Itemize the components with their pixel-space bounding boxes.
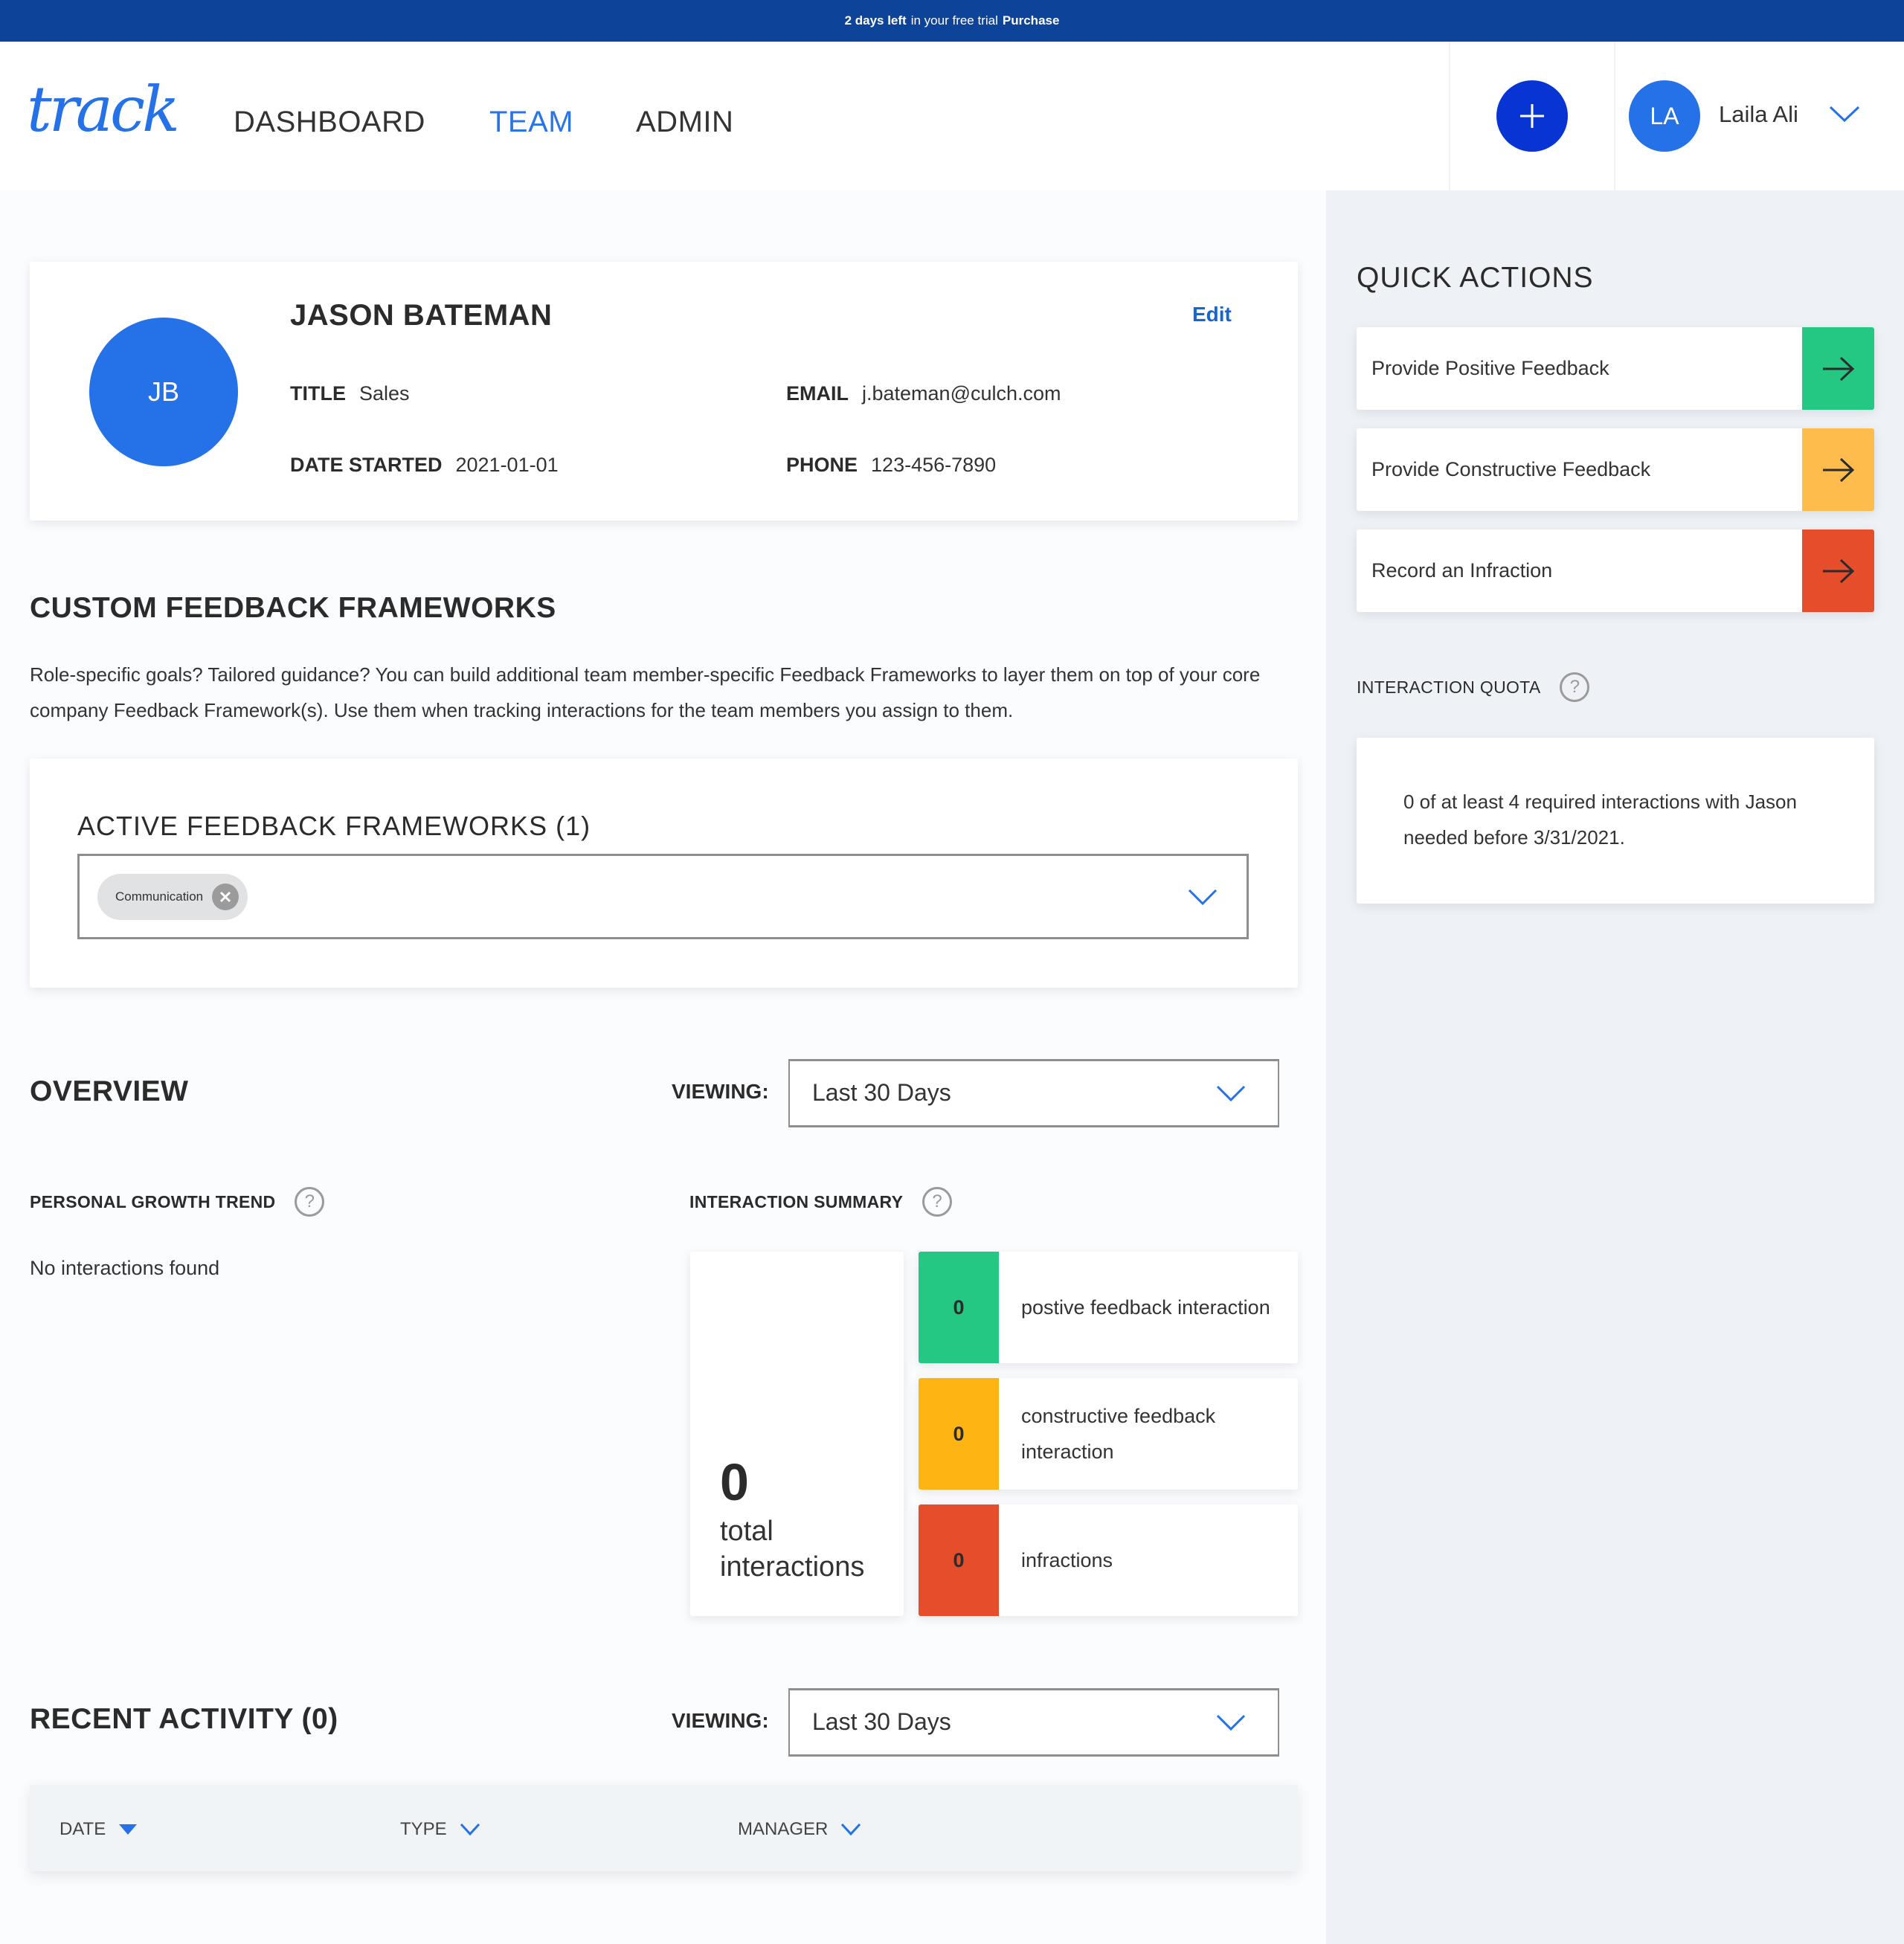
total-interactions-card: 0 total interactions bbox=[690, 1252, 904, 1616]
interaction-quota-heading: INTERACTION QUOTA ? bbox=[1357, 672, 1590, 702]
frameworks-multiselect[interactable]: Communication bbox=[77, 854, 1249, 939]
recent-viewing-label: VIEWING: bbox=[672, 1709, 769, 1732]
add-interaction-button[interactable] bbox=[1496, 80, 1568, 152]
infractions-count: 0 bbox=[919, 1504, 999, 1616]
chevron-down-icon[interactable] bbox=[1187, 887, 1218, 910]
total-interactions-label: total interactions bbox=[720, 1516, 865, 1583]
profile-date-started-field: DATE STARTED 2021-01-01 bbox=[290, 454, 559, 477]
chevron-down-icon bbox=[1215, 1084, 1247, 1107]
overview-period-value: Last 30 Days bbox=[812, 1079, 951, 1106]
chevron-down-icon bbox=[841, 1823, 861, 1836]
constructive-feedback-label: Provide Constructive Feedback bbox=[1371, 458, 1651, 480]
profile-name: JASON BATEMAN bbox=[290, 299, 553, 332]
trial-banner-text: in your free trial bbox=[910, 13, 998, 28]
trial-days-left: 2 days left bbox=[844, 13, 907, 28]
title-value: Sales bbox=[359, 382, 410, 405]
column-type[interactable]: TYPE bbox=[400, 1819, 481, 1840]
summary-row-infractions: 0 infractions bbox=[919, 1504, 1298, 1616]
provide-constructive-feedback-button[interactable]: Provide Constructive Feedback bbox=[1357, 428, 1874, 511]
provide-positive-feedback-button[interactable]: Provide Positive Feedback bbox=[1357, 327, 1874, 410]
nav-admin[interactable]: ADMIN bbox=[636, 106, 733, 139]
positive-count: 0 bbox=[919, 1252, 999, 1363]
growth-trend-title: PERSONAL GROWTH TREND bbox=[30, 1191, 276, 1211]
purchase-link[interactable]: Purchase bbox=[1003, 13, 1060, 28]
column-manager[interactable]: MANAGER bbox=[738, 1819, 862, 1840]
close-icon[interactable] bbox=[212, 884, 239, 910]
summary-row-positive: 0 postive feedback interaction bbox=[919, 1252, 1298, 1363]
framework-tag: Communication bbox=[97, 874, 248, 920]
help-icon[interactable]: ? bbox=[922, 1187, 953, 1217]
growth-trend-empty: No interactions found bbox=[30, 1257, 220, 1279]
header-divider bbox=[1614, 42, 1615, 190]
arrow-right-icon bbox=[1802, 530, 1874, 612]
activity-table-header: DATE TYPE MANAGER bbox=[30, 1785, 1298, 1871]
profile-card: JB JASON BATEMAN Edit TITLE Sales EMAIL j.… bbox=[30, 262, 1298, 521]
nav-team[interactable]: TEAM bbox=[489, 106, 573, 139]
custom-frameworks-title: CUSTOM FEEDBACK FRAMEWORKS bbox=[30, 592, 556, 624]
constructive-label: constructive feedback interaction bbox=[1021, 1405, 1216, 1463]
column-date-label: DATE bbox=[60, 1819, 106, 1839]
trial-banner: 2 days left in your free trial Purchase bbox=[0, 0, 1904, 42]
custom-frameworks-description: Role-specific goals? Tailored guidance? … bbox=[30, 663, 1261, 721]
recent-period-select[interactable]: Last 30 Days bbox=[788, 1688, 1279, 1757]
title-label: TITLE bbox=[290, 382, 346, 405]
interaction-quota-title: INTERACTION QUOTA bbox=[1357, 677, 1541, 697]
record-infraction-label: Record an Infraction bbox=[1371, 559, 1553, 582]
summary-row-constructive: 0 constructive feedback interaction bbox=[919, 1378, 1298, 1490]
interaction-summary-title: INTERACTION SUMMARY bbox=[689, 1191, 904, 1211]
date-started-value: 2021-01-01 bbox=[455, 454, 559, 476]
overview-viewing-label: VIEWING: bbox=[672, 1080, 769, 1103]
user-avatar[interactable]: LA bbox=[1629, 80, 1700, 152]
positive-label: postive feedback interaction bbox=[1021, 1296, 1270, 1319]
date-started-label: DATE STARTED bbox=[290, 454, 443, 476]
total-interactions-value: 0 bbox=[720, 1453, 749, 1511]
column-type-label: TYPE bbox=[400, 1819, 447, 1839]
profile-avatar: JB bbox=[89, 318, 238, 466]
interaction-quota-card: 0 of at least 4 required interactions wi… bbox=[1357, 738, 1874, 904]
recent-period-value: Last 30 Days bbox=[812, 1708, 951, 1735]
arrow-right-icon bbox=[1802, 428, 1874, 511]
recent-activity-title: RECENT ACTIVITY (0) bbox=[30, 1703, 338, 1735]
record-infraction-button[interactable]: Record an Infraction bbox=[1357, 530, 1874, 612]
user-name[interactable]: Laila Ali bbox=[1719, 101, 1798, 128]
overview-title: OVERVIEW bbox=[30, 1075, 189, 1107]
chevron-down-icon bbox=[1215, 1713, 1247, 1736]
active-frameworks-card: ACTIVE FEEDBACK FRAMEWORKS (1) Communica… bbox=[30, 759, 1298, 988]
profile-email-field: EMAIL j.bateman@culch.com bbox=[786, 382, 1061, 405]
nav-dashboard[interactable]: DASHBOARD bbox=[234, 106, 425, 139]
infractions-label: infractions bbox=[1021, 1549, 1113, 1571]
growth-trend-heading: PERSONAL GROWTH TREND ? bbox=[30, 1187, 325, 1217]
overview-period-select[interactable]: Last 30 Days bbox=[788, 1059, 1279, 1127]
interaction-summary-heading: INTERACTION SUMMARY ? bbox=[689, 1187, 953, 1217]
sort-desc-icon bbox=[119, 1824, 138, 1835]
interaction-quota-text: 0 of at least 4 required interactions wi… bbox=[1403, 791, 1797, 849]
track-logo[interactable]: track bbox=[27, 73, 180, 146]
active-frameworks-title: ACTIVE FEEDBACK FRAMEWORKS (1) bbox=[77, 811, 591, 841]
help-icon[interactable]: ? bbox=[295, 1187, 325, 1217]
constructive-count: 0 bbox=[919, 1378, 999, 1490]
column-manager-label: MANAGER bbox=[738, 1819, 829, 1839]
profile-title-field: TITLE Sales bbox=[290, 382, 410, 405]
profile-phone-field: PHONE 123-456-7890 bbox=[786, 454, 996, 477]
positive-feedback-label: Provide Positive Feedback bbox=[1371, 357, 1609, 379]
quick-actions-title: QUICK ACTIONS bbox=[1357, 262, 1594, 294]
chevron-down-icon bbox=[460, 1823, 480, 1836]
user-menu-chevron-icon[interactable] bbox=[1828, 103, 1861, 129]
column-date[interactable]: DATE bbox=[60, 1819, 138, 1840]
edit-profile-link[interactable]: Edit bbox=[1192, 303, 1232, 326]
help-icon[interactable]: ? bbox=[1560, 672, 1590, 702]
arrow-right-icon bbox=[1802, 327, 1874, 410]
framework-tag-label: Communication bbox=[115, 889, 204, 904]
plus-icon bbox=[1520, 104, 1544, 128]
email-label: EMAIL bbox=[786, 382, 849, 405]
phone-label: PHONE bbox=[786, 454, 858, 476]
email-value: j.bateman@culch.com bbox=[862, 382, 1061, 405]
header-divider bbox=[1449, 42, 1450, 190]
top-nav-bar: track DASHBOARD TEAM ADMIN LA Laila Ali bbox=[0, 42, 1904, 190]
phone-value: 123-456-7890 bbox=[871, 454, 997, 476]
